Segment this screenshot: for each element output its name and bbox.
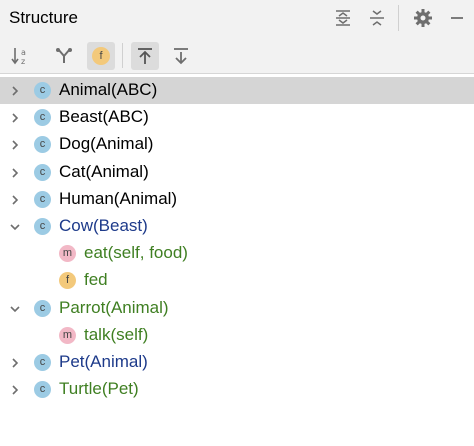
tree-item-label: Animal(ABC) xyxy=(59,80,158,99)
show-inherited-icon[interactable] xyxy=(50,42,78,70)
tree-row[interactable]: m eat(self, food) xyxy=(0,240,474,267)
class-icon: c xyxy=(34,163,51,181)
tree-row[interactable]: c Dog(Animal) xyxy=(0,131,474,158)
tree-row[interactable]: c Beast(ABC) xyxy=(0,104,474,131)
expand-all-icon[interactable] xyxy=(331,6,355,30)
tree-item-label: Turtle(Pet) xyxy=(59,379,139,399)
tree-item-label: fed xyxy=(84,270,108,290)
class-icon: c xyxy=(34,109,51,127)
tree-item-label: Cat(Animal) xyxy=(59,161,149,181)
tree-row[interactable]: f fed xyxy=(0,267,474,294)
tree-item-label: eat(self, food) xyxy=(84,243,188,263)
tree-item-label: talk(self) xyxy=(84,324,149,344)
class-icon: c xyxy=(34,190,51,208)
class-icon: c xyxy=(34,136,51,154)
chevron-right-icon[interactable] xyxy=(8,383,22,397)
panel-header: Structure xyxy=(0,0,474,37)
collapse-all-icon[interactable] xyxy=(365,6,389,30)
autoscroll-from-source-icon[interactable] xyxy=(167,42,195,70)
tree-item-label: Dog(Animal) xyxy=(59,134,154,154)
minimize-icon[interactable] xyxy=(445,6,469,30)
chevron-right-icon[interactable] xyxy=(8,138,22,152)
tree-row[interactable]: c Pet(Animal) xyxy=(0,349,474,376)
tree-row[interactable]: m talk(self) xyxy=(0,322,474,349)
tree-row[interactable]: c Turtle(Pet) xyxy=(0,376,474,403)
show-fields-icon[interactable]: f xyxy=(87,42,115,70)
tree-item-label: Parrot(Animal) xyxy=(59,297,169,317)
tree-row[interactable]: c Cat(Animal) xyxy=(0,159,474,186)
class-icon: c xyxy=(34,381,51,399)
tree-row[interactable]: c Animal(ABC) xyxy=(0,77,474,105)
chevron-down-icon[interactable] xyxy=(8,220,22,234)
header-separator xyxy=(398,5,399,31)
field-glyph: f xyxy=(92,47,110,65)
gear-icon[interactable] xyxy=(411,6,435,30)
sort-alphabetically-icon[interactable]: az xyxy=(7,42,35,70)
chevron-right-icon[interactable] xyxy=(8,356,22,370)
tree-row[interactable]: c Parrot(Animal) xyxy=(0,295,474,322)
tree-item-label: Pet(Animal) xyxy=(59,351,148,371)
chevron-right-icon[interactable] xyxy=(8,166,22,180)
tree-item-label: Beast(ABC) xyxy=(59,107,149,127)
chevron-right-icon[interactable] xyxy=(8,111,22,125)
class-icon: c xyxy=(34,353,51,371)
panel-title: Structure xyxy=(9,8,78,27)
svg-text:a: a xyxy=(21,48,26,57)
chevron-right-icon[interactable] xyxy=(8,193,22,207)
class-icon: c xyxy=(34,299,51,317)
toolbar-separator xyxy=(122,43,123,68)
chevron-right-icon[interactable] xyxy=(8,84,22,98)
method-icon: m xyxy=(59,245,76,263)
tree-row[interactable]: c Cow(Beast) xyxy=(0,213,474,240)
tree-row[interactable]: c Human(Animal) xyxy=(0,186,474,213)
tree-item-label: Human(Animal) xyxy=(59,188,178,208)
chevron-down-icon[interactable] xyxy=(8,302,22,316)
class-icon: c xyxy=(34,217,51,235)
autoscroll-to-source-icon[interactable] xyxy=(131,42,159,70)
class-icon: c xyxy=(34,82,51,99)
structure-toolbar: az f xyxy=(0,37,474,74)
method-icon: m xyxy=(59,326,76,344)
tree-item-label: Cow(Beast) xyxy=(59,215,148,235)
svg-text:z: z xyxy=(21,57,25,66)
structure-tree: c Animal(ABC) c Beast(ABC) c Dog(Animal) c Cat(… xyxy=(0,77,474,403)
field-icon: f xyxy=(59,272,76,290)
